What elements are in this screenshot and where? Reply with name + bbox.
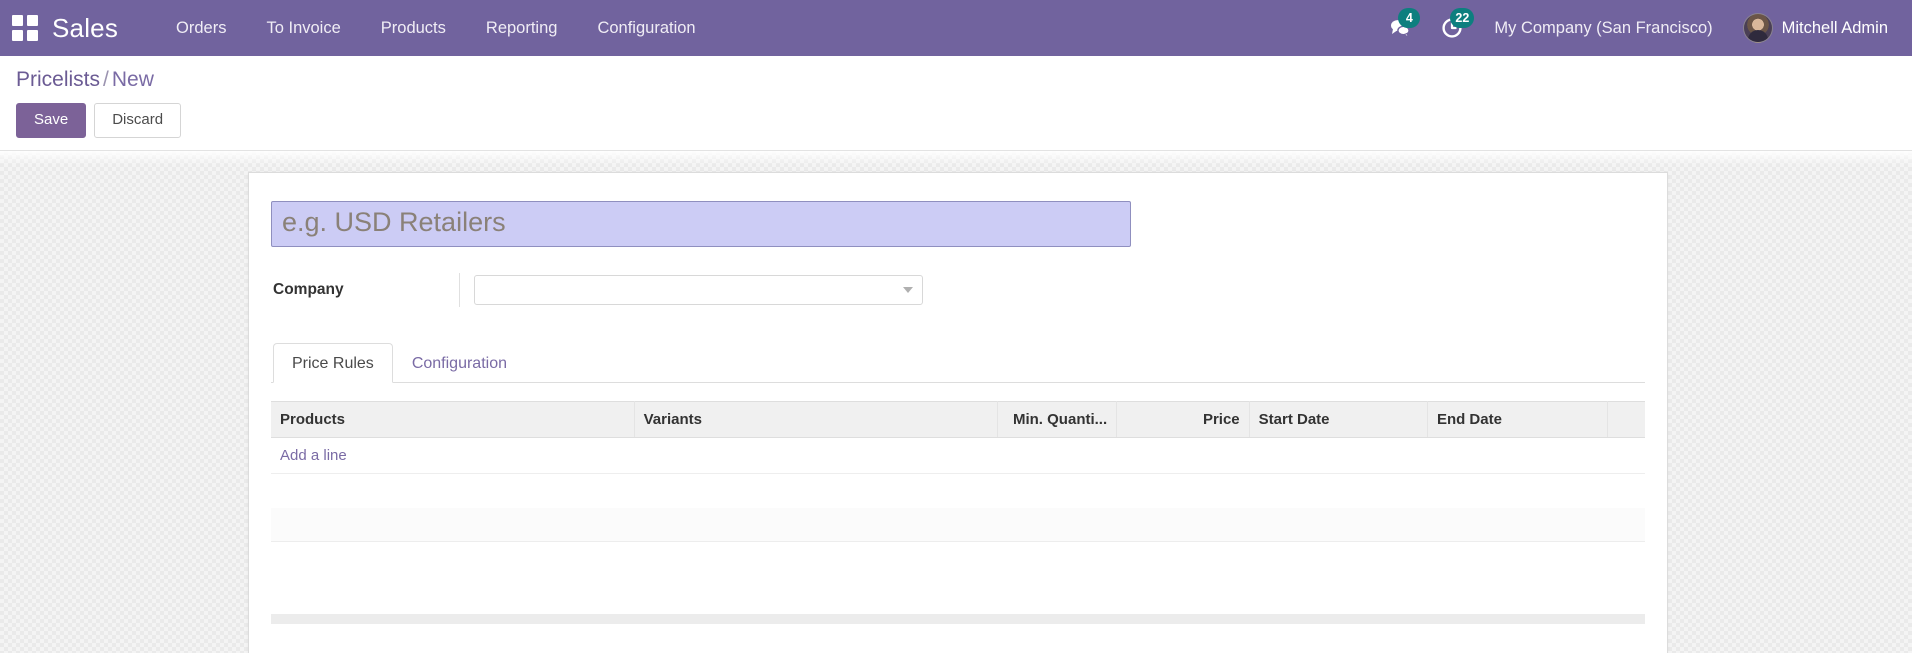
notebook: Price Rules Configuration Products Varia… — [271, 342, 1645, 624]
add-a-line-cell: Add a line — [271, 437, 1645, 474]
breadcrumb: Pricelists / New — [16, 69, 1896, 90]
empty-cell — [271, 541, 1645, 576]
empty-cell — [271, 506, 1645, 542]
notebook-tabs: Price Rules Configuration — [271, 342, 1645, 383]
form-action-buttons: Save Discard — [16, 103, 1896, 138]
main-menu: Orders To Invoice Products Reporting Con… — [156, 0, 716, 56]
table-row — [271, 473, 1645, 508]
avatar — [1742, 13, 1773, 43]
company-select-wrapper — [474, 274, 923, 305]
price-rules-list: Products Variants Min. Quanti... Price S… — [271, 400, 1645, 576]
column-header-min-quantity[interactable]: Min. Quanti... — [997, 400, 1118, 438]
price-rules-table: Products Variants Min. Quanti... Price S… — [271, 400, 1645, 576]
breadcrumb-item-current: New — [111, 68, 154, 91]
column-header-price[interactable]: Price — [1116, 400, 1250, 438]
table-row — [271, 506, 1645, 542]
user-menu[interactable]: Mitchell Admin — [1729, 0, 1896, 56]
menu-item-to-invoice[interactable]: To Invoice — [246, 0, 360, 56]
apps-grid-square — [27, 15, 38, 26]
add-a-line-row[interactable]: Add a line — [271, 437, 1645, 474]
price-rules-body: Add a line — [271, 437, 1645, 576]
price-rules-header: Products Variants Min. Quanti... Price S… — [271, 400, 1645, 438]
user-name-label: Mitchell Admin — [1781, 18, 1888, 37]
tab-configuration[interactable]: Configuration — [393, 343, 526, 383]
apps-grid-square — [27, 30, 38, 41]
column-header-end-date[interactable]: End Date — [1427, 400, 1608, 438]
field-divider — [459, 272, 460, 307]
apps-grid-square — [12, 15, 23, 26]
company-field-group: Company — [271, 272, 1645, 307]
navbar-right-section: 4 22 My Company (San Francisco) Mitchell… — [1374, 0, 1912, 56]
menu-item-configuration[interactable]: Configuration — [577, 0, 715, 56]
column-header-products[interactable]: Products — [271, 400, 635, 438]
discard-button[interactable]: Discard — [94, 103, 182, 138]
apps-grid-icon[interactable] — [12, 15, 38, 41]
control-panel: Pricelists / New Save Discard — [0, 56, 1912, 151]
breadcrumb-item-pricelists[interactable]: Pricelists — [16, 68, 100, 91]
top-navbar: Sales Orders To Invoice Products Reporti… — [0, 0, 1912, 56]
table-header-row: Products Variants Min. Quanti... Price S… — [271, 400, 1645, 438]
company-field-label: Company — [273, 280, 344, 298]
messaging-counter-badge: 4 — [1398, 8, 1421, 28]
empty-cell — [271, 473, 1645, 508]
section-separator-bar — [271, 613, 1645, 624]
table-row — [271, 541, 1645, 576]
add-a-line-link[interactable]: Add a line — [280, 447, 347, 464]
company-switcher[interactable]: My Company (San Francisco) — [1478, 0, 1728, 56]
pricelist-name-input[interactable] — [271, 200, 1131, 247]
title-field-row — [271, 195, 1645, 247]
menu-item-products[interactable]: Products — [361, 0, 466, 56]
activity-counter-badge: 22 — [1450, 8, 1475, 28]
activity-menu-button[interactable]: 22 — [1426, 0, 1478, 56]
app-brand-sales[interactable]: Sales — [52, 13, 118, 44]
column-header-start-date[interactable]: Start Date — [1249, 400, 1428, 438]
breadcrumb-separator: / — [103, 68, 109, 91]
company-select-input[interactable] — [474, 274, 923, 305]
form-view-background: Company Price Rules Configuration — [0, 150, 1912, 653]
form-sheet: Company Price Rules Configuration — [248, 171, 1668, 653]
tab-price-rules[interactable]: Price Rules — [273, 342, 393, 383]
column-header-options[interactable] — [1607, 400, 1645, 438]
messaging-menu-button[interactable]: 4 — [1374, 0, 1426, 56]
menu-item-orders[interactable]: Orders — [156, 0, 246, 56]
save-button[interactable]: Save — [16, 103, 87, 138]
menu-item-reporting[interactable]: Reporting — [466, 0, 578, 56]
apps-grid-square — [12, 30, 23, 41]
column-header-variants[interactable]: Variants — [634, 400, 998, 438]
